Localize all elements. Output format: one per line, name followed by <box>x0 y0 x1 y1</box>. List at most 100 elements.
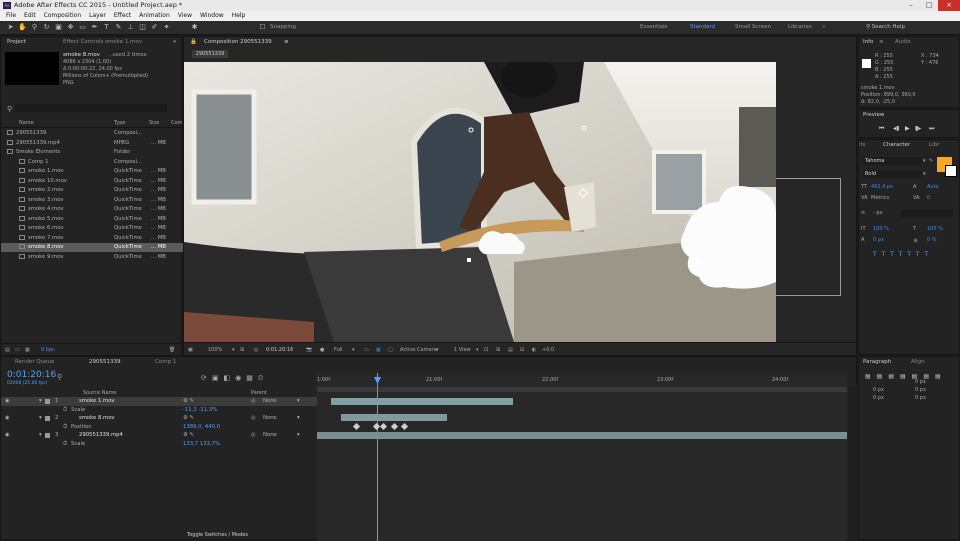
pan-behind-tool-icon[interactable]: ✥ <box>66 23 75 32</box>
tab-preview[interactable]: Preview <box>863 112 884 118</box>
project-item[interactable]: smoke 3.mov QuickTime ... MB <box>1 196 183 205</box>
vertical-scale-field[interactable]: 100 % <box>873 226 889 232</box>
timeline-property-row[interactable]: ⏱ Position 1389,0, 440,0 <box>1 423 317 432</box>
layer-3-duration-bar[interactable] <box>317 432 847 439</box>
tab-project[interactable]: Project <box>7 39 26 45</box>
brush-tool-icon[interactable]: ✎ <box>114 23 123 32</box>
timeline-current-time[interactable]: 0:01:20:16 <box>7 370 56 380</box>
first-frame-button[interactable]: ⏮ <box>879 125 884 133</box>
menu-help[interactable]: Help <box>232 11 246 21</box>
project-item[interactable]: smoke 2.mov QuickTime ... MB <box>1 186 183 195</box>
layer-parent-select[interactable]: None <box>263 397 277 406</box>
column-parent[interactable]: Parent <box>251 390 267 396</box>
snapping-checkbox[interactable]: ☐ <box>258 23 267 32</box>
tab-effects-presets-truncated[interactable]: its <box>859 142 866 148</box>
next-frame-button[interactable]: ▮▸ <box>915 125 921 132</box>
fast-previews-icon[interactable]: ⊞ <box>496 347 500 353</box>
stroke-color-swatch[interactable] <box>945 165 957 177</box>
parent-link-icon[interactable]: ◎ <box>251 397 256 406</box>
close-button[interactable]: × <box>938 0 960 11</box>
project-item[interactable]: Smoke Elements Folder <box>1 148 183 157</box>
visibility-icon[interactable]: ◉ <box>5 397 10 406</box>
tab-audio[interactable]: Audio <box>895 39 911 45</box>
menu-file[interactable]: File <box>6 11 16 21</box>
roto-brush-tool-icon[interactable]: ✐ <box>150 23 159 32</box>
font-size-field[interactable]: 492,4 px <box>871 184 893 190</box>
position-keyframe[interactable] <box>379 422 388 431</box>
project-item[interactable]: 290551339.mp4 MPEG ... MB <box>1 139 183 148</box>
menu-layer[interactable]: Layer <box>89 11 106 21</box>
menu-composition[interactable]: Composition <box>44 11 81 21</box>
expand-arrow-icon[interactable]: ▾ <box>39 397 42 406</box>
property-value[interactable]: 133,7 133,7% <box>183 440 220 449</box>
bit-depth-button[interactable]: 8 bpc <box>41 347 55 353</box>
stopwatch-icon[interactable]: ⏱ <box>63 423 67 432</box>
timeline-property-row[interactable]: ⏱ Scale 133,7 133,7% <box>1 440 317 449</box>
snapshot-icon[interactable]: 📷 <box>306 347 312 353</box>
composition-menu-icon[interactable]: ≡ <box>284 39 289 45</box>
timeline-property-row[interactable]: ⏱ Scale -11,3 -11,3% <box>1 406 317 415</box>
tab-character[interactable]: Character <box>883 142 910 148</box>
project-item[interactable]: smoke 5.mov QuickTime ... MB <box>1 215 183 224</box>
stopwatch-icon[interactable]: ⏱ <box>63 440 67 449</box>
tab-align[interactable]: Align <box>911 359 925 365</box>
visibility-icon[interactable]: ◉ <box>5 431 10 440</box>
layer-switches[interactable]: ⚙ ✎ <box>183 397 194 406</box>
3d-view-select[interactable]: Active Camera <box>400 347 437 353</box>
menu-view[interactable]: View <box>178 11 192 21</box>
kerning-field[interactable]: Metrics <box>871 195 889 201</box>
column-source-name[interactable]: Source Name <box>83 390 117 396</box>
menu-animation[interactable]: Animation <box>139 11 170 21</box>
timeline-layer-row[interactable]: ◉ ▾ 2 smoke 8.mov ⚙ ✎ ◎ None ▾ <box>1 414 317 423</box>
project-item[interactable]: smoke 7.mov QuickTime ... MB <box>1 234 183 243</box>
layer-parent-select[interactable]: None <box>263 414 277 423</box>
resolution-icon[interactable]: ⊞ <box>240 347 244 353</box>
zoom-tool-icon[interactable]: ⚲ <box>30 23 39 32</box>
toggle-pixel-aspect-icon[interactable]: ⊡ <box>484 347 488 353</box>
column-type[interactable]: Type <box>114 120 125 126</box>
type-tool-icon[interactable]: T <box>102 23 111 32</box>
workspace-standard[interactable]: Standard <box>690 24 715 30</box>
menu-window[interactable]: Window <box>200 11 224 21</box>
tsume-field[interactable]: 0 % <box>927 237 937 243</box>
parent-link-icon[interactable]: ◎ <box>251 431 256 440</box>
layer-color-label[interactable] <box>45 433 50 438</box>
project-item[interactable]: smoke 8.mov QuickTime ... MB <box>1 243 183 252</box>
tracking-field[interactable]: 0 <box>927 195 930 201</box>
expand-arrow-icon[interactable]: ▾ <box>39 414 42 423</box>
parent-dropdown-icon[interactable]: ▾ <box>297 397 300 406</box>
workspace-small-screen[interactable]: Small Screen <box>735 24 771 30</box>
tab-composition[interactable]: Composition 290551339 <box>204 39 272 45</box>
exposure-value[interactable]: +0,0 <box>542 347 554 353</box>
parent-link-icon[interactable]: ◎ <box>251 414 256 423</box>
magnification-select[interactable]: 100% <box>208 347 222 353</box>
text-style-buttons[interactable]: TTTTTTT <box>873 251 933 258</box>
camera-dropdown-icon[interactable]: ▾ <box>436 347 439 353</box>
previous-frame-button[interactable]: ◂▮ <box>893 125 899 132</box>
project-item[interactable]: 290551339 Composi... <box>1 129 183 138</box>
position-keyframe[interactable] <box>400 422 409 431</box>
project-item[interactable]: Comp 1 Composi... <box>1 158 183 167</box>
color-channel-icon[interactable]: ● <box>320 347 324 353</box>
visibility-icon[interactable]: ◉ <box>5 414 10 423</box>
transparency-grid-icon[interactable]: ▦ <box>376 347 381 353</box>
font-style-select[interactable]: Bold <box>863 170 921 178</box>
puppet-pin-tool-icon[interactable]: ✱ <box>190 23 199 32</box>
space-before-field[interactable]: 0 px <box>873 395 884 401</box>
interpret-footage-icon[interactable]: ▤ <box>5 347 10 353</box>
horizontal-scale-field[interactable]: 100 % <box>927 226 943 232</box>
work-area-bar[interactable] <box>317 387 847 392</box>
property-value[interactable]: 1389,0, 440,0 <box>183 423 220 432</box>
column-size[interactable]: Size <box>149 120 159 126</box>
indent-right-field[interactable]: 0 px <box>915 387 926 393</box>
timeline-switch-icons[interactable]: ⟳▣◧◉▦⏲ <box>201 374 268 383</box>
resolution-dropdown-icon[interactable]: ▾ <box>352 347 355 353</box>
tab-comp-1[interactable]: Comp 1 <box>155 359 176 365</box>
workspace-menu-icon[interactable]: » <box>822 24 825 30</box>
column-comment[interactable]: Com <box>171 120 182 126</box>
toggle-switches-modes-button[interactable]: Toggle Switches / Modes <box>187 532 248 538</box>
tab-timeline-comp[interactable]: 290551339 <box>89 359 121 365</box>
paragraph-align-buttons[interactable]: ▤▤▤▤▤▤▤ <box>865 373 947 380</box>
selection-tool-icon[interactable]: ➤ <box>6 23 15 32</box>
new-folder-icon[interactable]: ▭ <box>15 347 20 353</box>
